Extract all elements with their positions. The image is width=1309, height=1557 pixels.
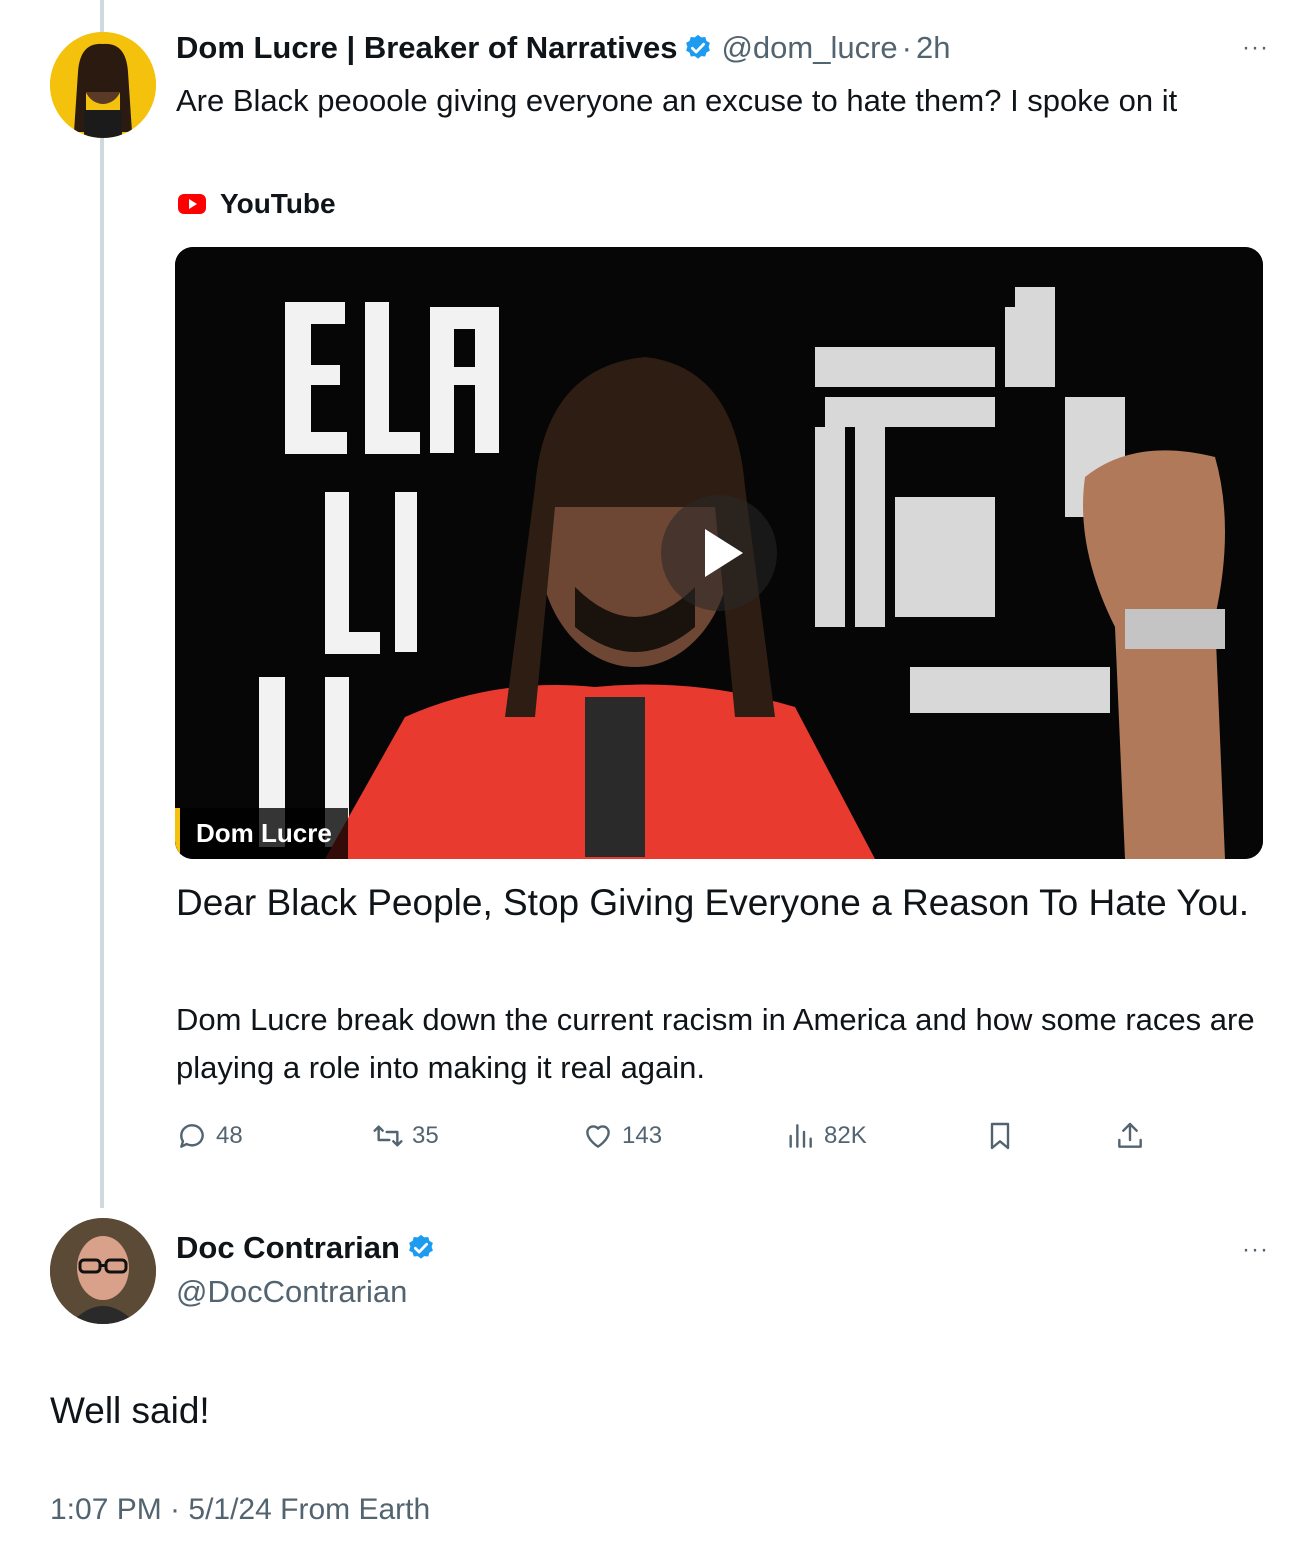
repost-arrows-icon: [373, 1125, 403, 1147]
link-source[interactable]: YouTube: [178, 188, 336, 220]
link-source-label: YouTube: [220, 188, 336, 219]
like-count: 143: [622, 1122, 663, 1149]
verified-badge-icon: [409, 1234, 433, 1259]
view-count: 82K: [824, 1122, 867, 1149]
views-button[interactable]: 82K: [784, 1120, 867, 1152]
repost-button[interactable]: 35: [372, 1120, 439, 1152]
avatar-portrait-icon: [50, 1218, 156, 1324]
bookmark-button[interactable]: [984, 1120, 1024, 1152]
link-card-title[interactable]: Dear Black People, Stop Giving Everyone …: [176, 880, 1256, 926]
like-button[interactable]: 143: [582, 1120, 662, 1152]
tweet-timestamp-footer[interactable]: 1:07 PM · 5/1/24 From Earth: [50, 1490, 430, 1530]
speech-bubble-icon: [180, 1124, 204, 1148]
more-options-icon[interactable]: ···: [1242, 34, 1269, 62]
tweet-text: Are Black peooole giving everyone an exc…: [176, 83, 1178, 118]
bookmark-icon: [990, 1122, 1010, 1150]
tweet-actions-bar: 48 35 143 82K: [176, 1120, 1156, 1160]
author-avatar-doc-contrarian[interactable]: [50, 1218, 156, 1324]
author-name[interactable]: Doc Contrarian: [176, 1228, 400, 1268]
link-card-description: Dom Lucre break down the current racism …: [176, 1002, 1255, 1085]
reply-button[interactable]: 48: [176, 1120, 243, 1152]
tweet-time[interactable]: 2h: [916, 28, 950, 68]
reply-text: Well said!: [50, 1390, 210, 1431]
tweet2-header: Doc Contrarian: [176, 1228, 444, 1268]
repost-count: 35: [412, 1122, 439, 1149]
author-handle[interactable]: @DocContrarian: [176, 1272, 407, 1312]
thread-connector-line: [100, 0, 104, 1208]
video-channel-label: Dom Lucre: [175, 808, 348, 859]
author-avatar-dom-lucre[interactable]: [50, 32, 156, 138]
play-button-icon[interactable]: [661, 495, 777, 611]
bar-chart-icon: [789, 1124, 812, 1148]
share-button[interactable]: [1114, 1120, 1154, 1152]
reply-count: 48: [216, 1122, 243, 1149]
tweet1-header: Dom Lucre | Breaker of Narratives @dom_l…: [176, 28, 950, 68]
video-thumbnail[interactable]: Dom Lucre: [175, 247, 1263, 859]
separator-dot: ·: [901, 30, 912, 65]
author-handle[interactable]: @dom_lucre: [721, 28, 897, 68]
heart-icon: [586, 1125, 610, 1148]
youtube-logo-icon: [178, 194, 206, 214]
share-upload-icon: [1118, 1122, 1142, 1148]
avatar-portrait-icon: [50, 32, 156, 138]
more-options-icon[interactable]: ···: [1242, 1236, 1269, 1264]
verified-badge-icon: [686, 34, 711, 59]
author-name[interactable]: Dom Lucre | Breaker of Narratives: [176, 28, 677, 68]
